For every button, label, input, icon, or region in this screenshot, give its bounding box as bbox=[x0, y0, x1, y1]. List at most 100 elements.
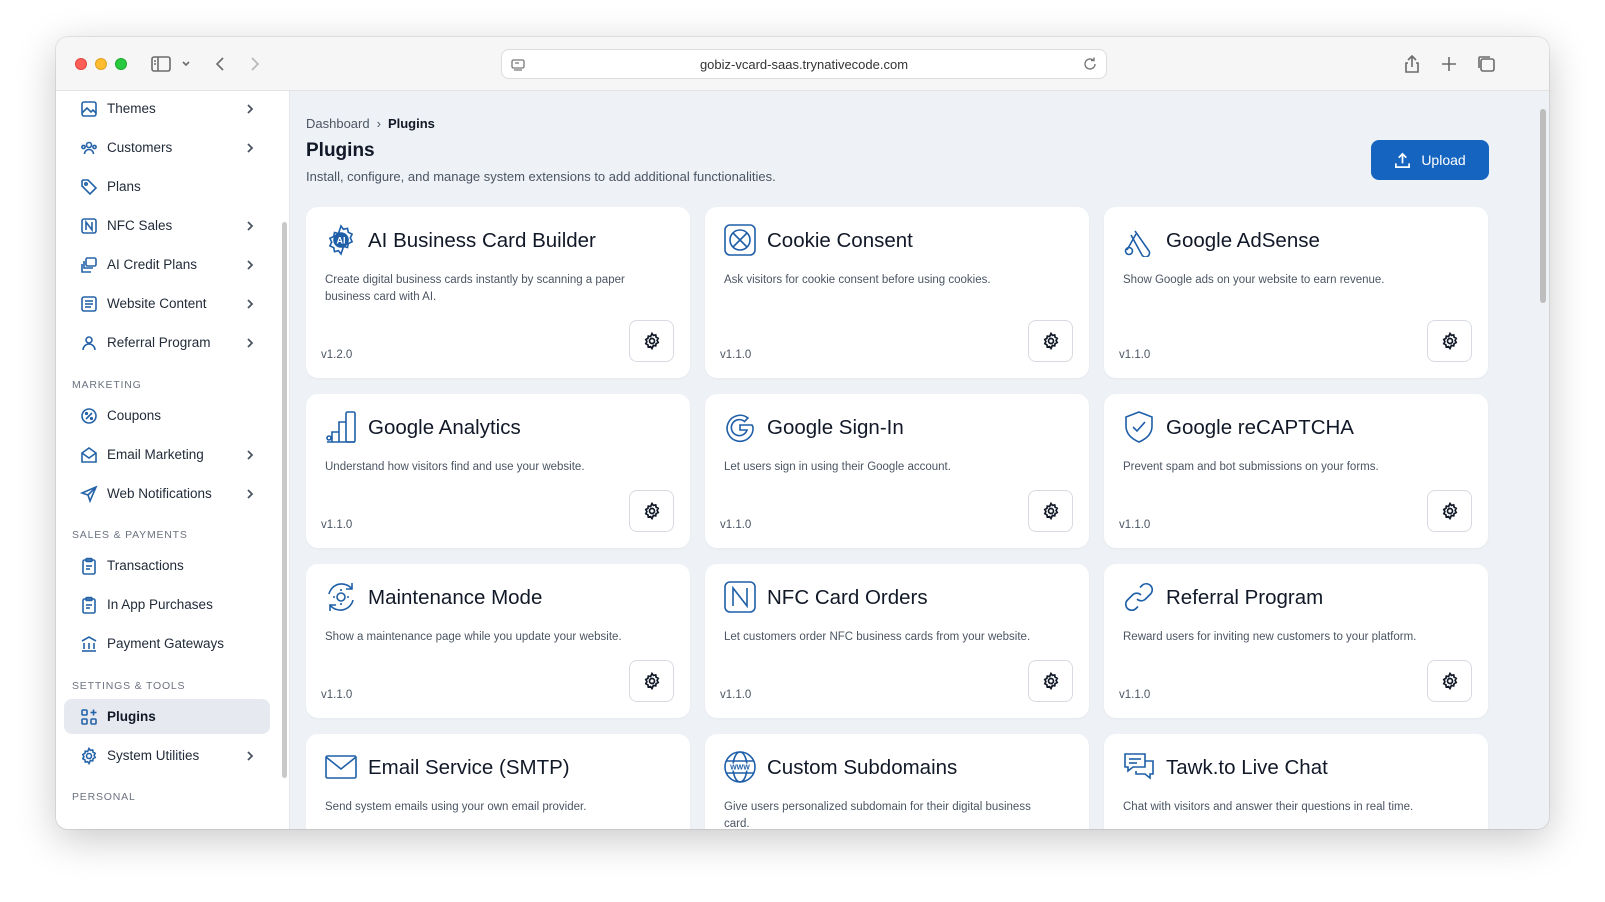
plugin-settings-button[interactable] bbox=[1028, 320, 1073, 362]
new-tab-icon[interactable] bbox=[1438, 53, 1460, 75]
sidebar-toggle-icon[interactable] bbox=[150, 53, 172, 75]
plugin-settings-button[interactable] bbox=[629, 320, 674, 362]
sidebar-item-system-utilities[interactable]: System Utilities bbox=[64, 738, 270, 773]
address-bar[interactable]: gobiz-vcard-saas.trynativecode.com bbox=[501, 49, 1107, 79]
sidebar-item-plans[interactable]: Plans bbox=[64, 169, 270, 204]
maintenance-icon bbox=[324, 580, 358, 614]
plugin-title: Tawk.to Live Chat bbox=[1166, 756, 1328, 779]
chevron-right-icon bbox=[244, 219, 256, 237]
user-icon bbox=[80, 334, 98, 352]
sidebar-item-customers[interactable]: Customers bbox=[64, 130, 270, 165]
page-subtitle: Install, configure, and manage system ex… bbox=[306, 169, 776, 184]
plugin-version: v1.2.0 bbox=[321, 349, 353, 361]
plugin-settings-button[interactable] bbox=[1427, 320, 1472, 362]
plugin-settings-button[interactable] bbox=[1427, 490, 1472, 532]
plugin-version: v1.1.0 bbox=[1119, 519, 1151, 531]
adsense-icon bbox=[1122, 223, 1156, 258]
plugin-card-maintenance-mode: Maintenance Mode Show a maintenance page… bbox=[306, 564, 690, 718]
sidebar-item-website-content[interactable]: Website Content bbox=[64, 286, 270, 321]
forward-icon[interactable] bbox=[245, 53, 265, 75]
minimize-window-button[interactable] bbox=[95, 58, 107, 70]
sidebar-item-label: Coupons bbox=[107, 408, 162, 423]
tab-overview-icon[interactable] bbox=[1475, 53, 1497, 75]
zoom-window-button[interactable] bbox=[115, 58, 127, 70]
gear-icon bbox=[1043, 332, 1058, 350]
plugin-description: Show a maintenance page while you update… bbox=[325, 631, 622, 643]
tag-icon bbox=[80, 178, 98, 196]
sidebar-item-label: In App Purchases bbox=[107, 597, 213, 612]
plugin-title: NFC Card Orders bbox=[767, 586, 928, 609]
gear-icon bbox=[80, 746, 98, 766]
browser-window: gobiz-vcard-saas.trynativecode.com Theme… bbox=[56, 37, 1549, 829]
sidebar-scrollbar[interactable] bbox=[282, 222, 287, 778]
browser-toolbar: gobiz-vcard-saas.trynativecode.com bbox=[56, 37, 1549, 91]
sidebar-item-label: NFC Sales bbox=[107, 218, 173, 233]
plugin-version: v1.1.0 bbox=[720, 519, 752, 531]
sidebar-item-in-app-purchases[interactable]: In App Purchases bbox=[64, 587, 270, 622]
plugin-version: v1.1.0 bbox=[1119, 689, 1151, 701]
sidebar-item-label: Website Content bbox=[107, 296, 207, 311]
upload-button[interactable]: Upload bbox=[1371, 140, 1489, 180]
close-window-button[interactable] bbox=[75, 58, 87, 70]
sidebar-item-web-notifications[interactable]: Web Notifications bbox=[64, 476, 270, 511]
plugin-card-nfc-card-orders: NFC Card Orders Let customers order NFC … bbox=[705, 564, 1089, 718]
plugin-card-tawkto-live-chat: Tawk.to Live Chat Chat with visitors and… bbox=[1104, 734, 1488, 829]
site-settings-icon[interactable] bbox=[510, 57, 526, 76]
sidebar-item-label: Plans bbox=[107, 179, 141, 194]
section-label-personal: PERSONAL bbox=[72, 791, 136, 803]
send-icon bbox=[79, 485, 98, 504]
apps-icon bbox=[80, 708, 98, 726]
discount-icon bbox=[80, 407, 98, 425]
ai-gear-icon: AI bbox=[324, 223, 358, 257]
plugin-settings-button[interactable] bbox=[1028, 660, 1073, 702]
google-g-icon bbox=[723, 410, 757, 444]
chevron-right-icon bbox=[244, 141, 256, 159]
plugin-settings-button[interactable] bbox=[629, 660, 674, 702]
gear-icon bbox=[1043, 672, 1058, 690]
section-label-settings-tools: SETTINGS & TOOLS bbox=[72, 680, 186, 692]
clipboard-icon bbox=[80, 557, 98, 575]
plugin-settings-button[interactable] bbox=[1028, 490, 1073, 532]
plugin-version: v1.1.0 bbox=[720, 689, 752, 701]
back-icon[interactable] bbox=[210, 53, 230, 75]
sidebar-item-nfc-sales[interactable]: NFC Sales bbox=[64, 208, 270, 243]
sidebar-item-plugins[interactable]: Plugins bbox=[64, 699, 270, 734]
sidebar-item-label: Payment Gateways bbox=[107, 636, 225, 651]
chevron-right-icon bbox=[244, 297, 256, 315]
plugin-version: v1.1.0 bbox=[321, 519, 353, 531]
svg-text:WWW: WWW bbox=[730, 765, 750, 772]
breadcrumb-link-dashboard[interactable]: Dashboard bbox=[306, 116, 370, 131]
plugin-version: v1.1.0 bbox=[720, 349, 752, 361]
plugin-settings-button[interactable] bbox=[1427, 660, 1472, 702]
sidebar-item-coupons[interactable]: Coupons bbox=[64, 398, 270, 433]
chevron-down-icon[interactable] bbox=[180, 53, 192, 75]
plugin-description: Chat with visitors and answer their ques… bbox=[1123, 801, 1414, 813]
main-scrollbar[interactable] bbox=[1540, 109, 1546, 303]
sidebar-item-label: Transactions bbox=[107, 558, 184, 573]
plugin-card-google-analytics: Google Analytics Understand how visitors… bbox=[306, 394, 690, 548]
envelope-icon bbox=[324, 750, 358, 784]
sidebar-item-referral-program[interactable]: Referral Program bbox=[64, 325, 270, 360]
plugin-card-google-sign-in: Google Sign-In Let users sign in using t… bbox=[705, 394, 1089, 548]
sidebar-item-themes[interactable]: Themes bbox=[64, 91, 270, 126]
share-icon[interactable] bbox=[1401, 53, 1423, 75]
sidebar-item-transactions[interactable]: Transactions bbox=[64, 548, 270, 583]
plugin-card-referral-program: Referral Program Reward users for inviti… bbox=[1104, 564, 1488, 718]
sidebar: Themes Customers Plans NFC Sales AI Cred… bbox=[56, 91, 290, 829]
plugin-description: Show Google ads on your website to earn … bbox=[1123, 274, 1385, 286]
reload-icon[interactable] bbox=[1082, 56, 1098, 75]
plugin-card-cookie-consent: Cookie Consent Ask visitors for cookie c… bbox=[705, 207, 1089, 378]
stack-icon bbox=[80, 256, 98, 274]
sidebar-item-label: Email Marketing bbox=[107, 447, 204, 462]
gear-icon bbox=[1442, 502, 1457, 520]
plugin-description: Send system emails using your own email … bbox=[325, 801, 587, 813]
chevron-right-icon bbox=[244, 102, 256, 120]
plugin-title: Google AdSense bbox=[1166, 229, 1320, 252]
sidebar-item-email-marketing[interactable]: Email Marketing bbox=[64, 437, 270, 472]
plugin-version: v1.1.0 bbox=[321, 689, 353, 701]
plugin-settings-button[interactable] bbox=[629, 490, 674, 532]
main-content: Dashboard › Plugins Plugins Install, con… bbox=[291, 91, 1549, 829]
sidebar-item-ai-credit-plans[interactable]: AI Credit Plans bbox=[64, 247, 270, 282]
sidebar-item-payment-gateways[interactable]: Payment Gateways bbox=[64, 626, 270, 661]
breadcrumb: Dashboard › Plugins bbox=[306, 116, 435, 131]
